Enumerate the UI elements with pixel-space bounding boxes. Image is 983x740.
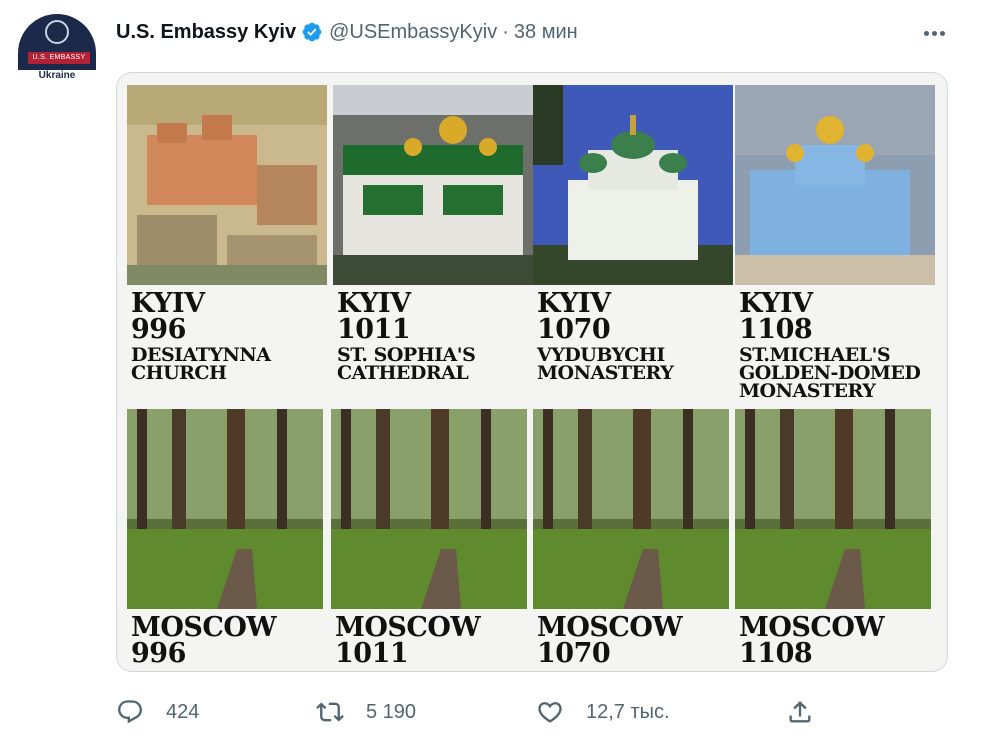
separator: ·	[502, 20, 509, 43]
caption-place: DESIATYNNA CHURCH	[131, 344, 271, 385]
like-button[interactable]: 12,7 тыс.	[536, 694, 670, 730]
avatar-banner: U.S. EMBASSY	[28, 52, 90, 64]
like-count: 12,7 тыс.	[586, 700, 670, 723]
tweet-header: U.S. Embassy Kyiv @USEmbassyKyiv · 38 ми…	[116, 18, 578, 46]
retweet-button[interactable]: 5 190	[316, 694, 416, 730]
photo-vydubychi-monastery	[533, 85, 733, 285]
photo-forest	[735, 409, 931, 609]
seal-icon	[45, 20, 69, 44]
moscow-caption: MOSCOW 1108	[739, 612, 885, 669]
share-icon	[789, 701, 811, 723]
caption-city: MOSCOW	[335, 612, 481, 643]
avatar[interactable]: U.S. EMBASSY Ukraine	[16, 14, 98, 84]
caption-year: 1070	[537, 637, 611, 669]
retweet-count: 5 190	[366, 700, 417, 723]
share-button[interactable]	[786, 694, 836, 730]
reply-button[interactable]: 424	[116, 694, 199, 730]
timestamp[interactable]: 38 мин	[514, 21, 578, 44]
caption-year: 1011	[337, 313, 411, 345]
caption-city: KYIV	[131, 288, 205, 319]
photo-desiatynna-church	[127, 85, 327, 285]
verified-badge-icon	[302, 22, 322, 42]
kyiv-caption: KYIV 1108 ST.MICHAEL'S GOLDEN-DOMED MONAST…	[739, 288, 921, 403]
more-options-icon[interactable]	[920, 20, 948, 46]
retweet-icon	[316, 702, 344, 722]
photo-st-sophia-cathedral	[333, 85, 533, 285]
kyiv-caption: KYIV 1011 ST. SOPHIA'S CATHEDRAL	[337, 288, 476, 385]
kyiv-caption: KYIV 1070 VYDUBYCHI MONASTERY	[537, 288, 674, 385]
kyiv-caption: KYIV 996 DESIATYNNA CHURCH	[131, 288, 271, 385]
photo-forest	[331, 409, 527, 609]
caption-place: ST.MICHAEL'S GOLDEN-DOMED MONASTERY	[739, 344, 921, 403]
caption-year: 1011	[335, 637, 409, 669]
caption-place: ST. SOPHIA'S CATHEDRAL	[337, 344, 476, 385]
caption-year: 996	[131, 637, 186, 669]
caption-city: KYIV	[739, 288, 813, 319]
tweet-image[interactable]: KYIV 996 DESIATYNNA CHURCH KYIV 1011 ST.…	[116, 72, 948, 672]
handle[interactable]: @USEmbassyKyiv	[329, 21, 497, 44]
caption-city: KYIV	[337, 288, 411, 319]
moscow-caption: MOSCOW 996	[131, 612, 277, 669]
reply-count: 424	[166, 700, 200, 723]
caption-city: MOSCOW	[537, 612, 683, 643]
caption-place: VYDUBYCHI MONASTERY	[537, 344, 674, 385]
photo-forest	[127, 409, 323, 609]
caption-city: MOSCOW	[739, 612, 885, 643]
moscow-caption: MOSCOW 1011	[335, 612, 481, 669]
avatar-image: U.S. EMBASSY	[18, 14, 96, 70]
photo-forest	[533, 409, 729, 609]
tweet-actions: 424 5 190 12,7 тыс.	[116, 694, 836, 730]
caption-city: MOSCOW	[131, 612, 277, 643]
caption-year: 1108	[739, 637, 813, 669]
caption-year: 996	[131, 313, 186, 345]
caption-year: 1070	[537, 313, 611, 345]
like-icon	[538, 702, 562, 723]
caption-city: KYIV	[537, 288, 611, 319]
photo-st-michaels-golden-domed-monastery	[735, 85, 935, 285]
caption-year: 1108	[739, 313, 813, 345]
avatar-subtitle: Ukraine	[38, 70, 76, 81]
reply-icon	[118, 700, 142, 724]
display-name[interactable]: U.S. Embassy Kyiv	[116, 21, 296, 44]
moscow-caption: MOSCOW 1070	[537, 612, 683, 669]
